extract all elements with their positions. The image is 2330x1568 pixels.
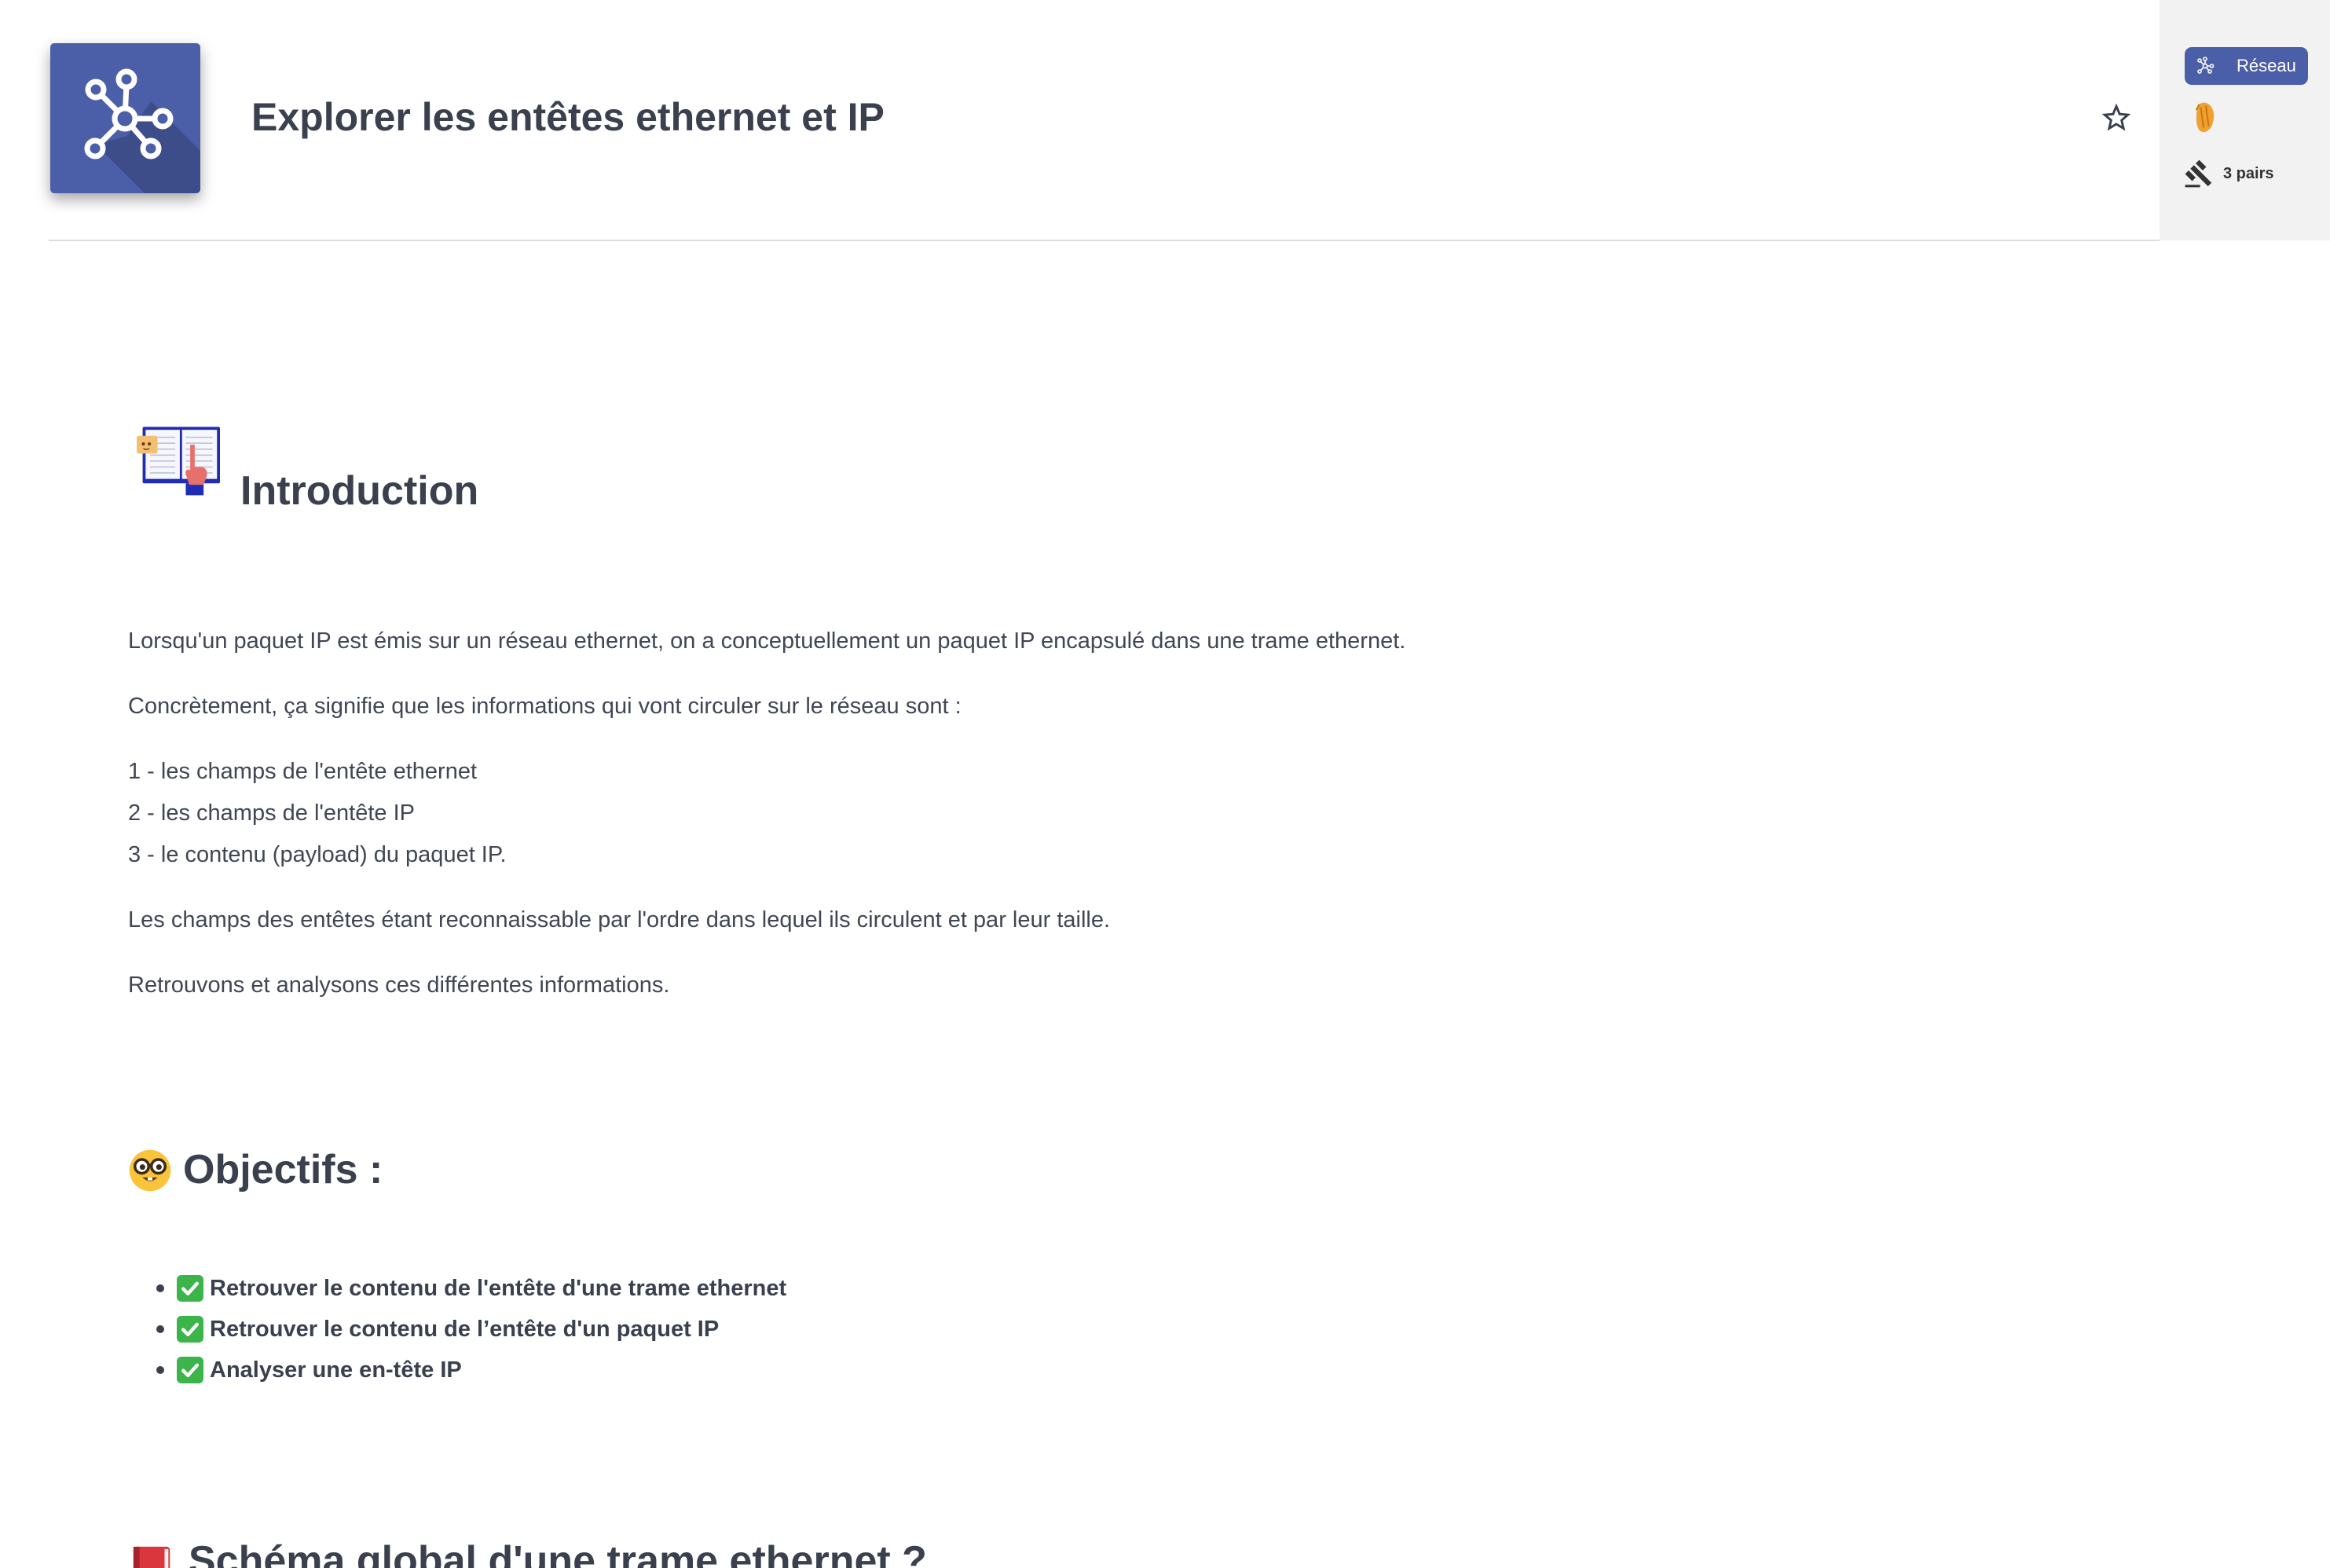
peers-label: 3 pairs	[2223, 164, 2274, 182]
section-schema-title: Schéma global d'une trame ethernet ?	[189, 1538, 927, 1568]
objective-text: Retrouver le contenu de l'entête d'une t…	[210, 1275, 787, 1301]
objective-text: Retrouver le contenu de l’entête d'un pa…	[210, 1316, 720, 1342]
bullet	[156, 1284, 164, 1292]
page-title: Explorer les entêtes ethernet et IP	[251, 95, 885, 139]
introduction-body: Lorsqu'un paquet IP est émis sur un rése…	[128, 621, 2092, 1030]
intro-step: 2 - les champs de l'entête IP	[128, 800, 416, 826]
check-mark-icon	[177, 1357, 203, 1383]
nerd-face-icon	[128, 1149, 172, 1192]
intro-step: 3 - le contenu (payload) du paquet IP.	[128, 842, 507, 867]
red-book-icon	[130, 1545, 172, 1568]
intro-paragraph: Les champs des entêtes étant reconnaissa…	[128, 907, 1111, 932]
objectives-heading: Objectifs :	[128, 1145, 383, 1196]
objectives-list: Retrouver le contenu de l'entête d'une t…	[128, 1268, 786, 1390]
check-mark-icon	[177, 1275, 203, 1302]
bullet	[156, 1366, 164, 1374]
list-item: Retrouver le contenu de l’entête d'un pa…	[128, 1309, 786, 1350]
intro-paragraph: Retrouvons et analysons ces différentes …	[128, 973, 670, 998]
page-header: Explorer les entêtes ethernet et IP Rése…	[0, 0, 2330, 241]
gavel-icon	[2185, 159, 2212, 188]
hub-icon	[2197, 57, 2215, 74]
list-item: Analyser une en-tête IP	[128, 1350, 786, 1390]
peers-count: 3 pairs	[2184, 157, 2273, 190]
check-mark-icon	[177, 1316, 203, 1343]
intro-steps: 1 - les champs de l'entête ethernet 2 - …	[128, 751, 2092, 876]
intro-paragraph: Concrètement, ça signifie que les inform…	[128, 694, 962, 719]
category-badge[interactable]: Réseau	[2185, 47, 2308, 85]
orange-level-icon	[2195, 101, 2215, 134]
header-divider	[49, 240, 2160, 241]
list-item: Retrouver le contenu de l'entête d'une t…	[128, 1268, 786, 1309]
introduction-heading: Introduction	[240, 468, 479, 514]
bullet	[156, 1325, 164, 1333]
open-book-icon	[137, 423, 220, 496]
section-schema-heading: Schéma global d'une trame ethernet ?	[128, 1536, 1228, 1568]
intro-paragraph: Lorsqu'un paquet IP est émis sur un rése…	[128, 628, 1406, 654]
objective-text: Analyser une en-tête IP	[210, 1357, 462, 1383]
sidebar-panel: Réseau 3 pairs	[2160, 0, 2330, 240]
objectives-title: Objectifs :	[183, 1147, 383, 1192]
category-label: Réseau	[2237, 56, 2296, 75]
hub-icon	[50, 43, 200, 193]
intro-step: 1 - les champs de l'entête ethernet	[128, 759, 478, 784]
star-outline-icon[interactable]	[2099, 101, 2134, 135]
section-introduction: Introduction	[137, 423, 608, 517]
